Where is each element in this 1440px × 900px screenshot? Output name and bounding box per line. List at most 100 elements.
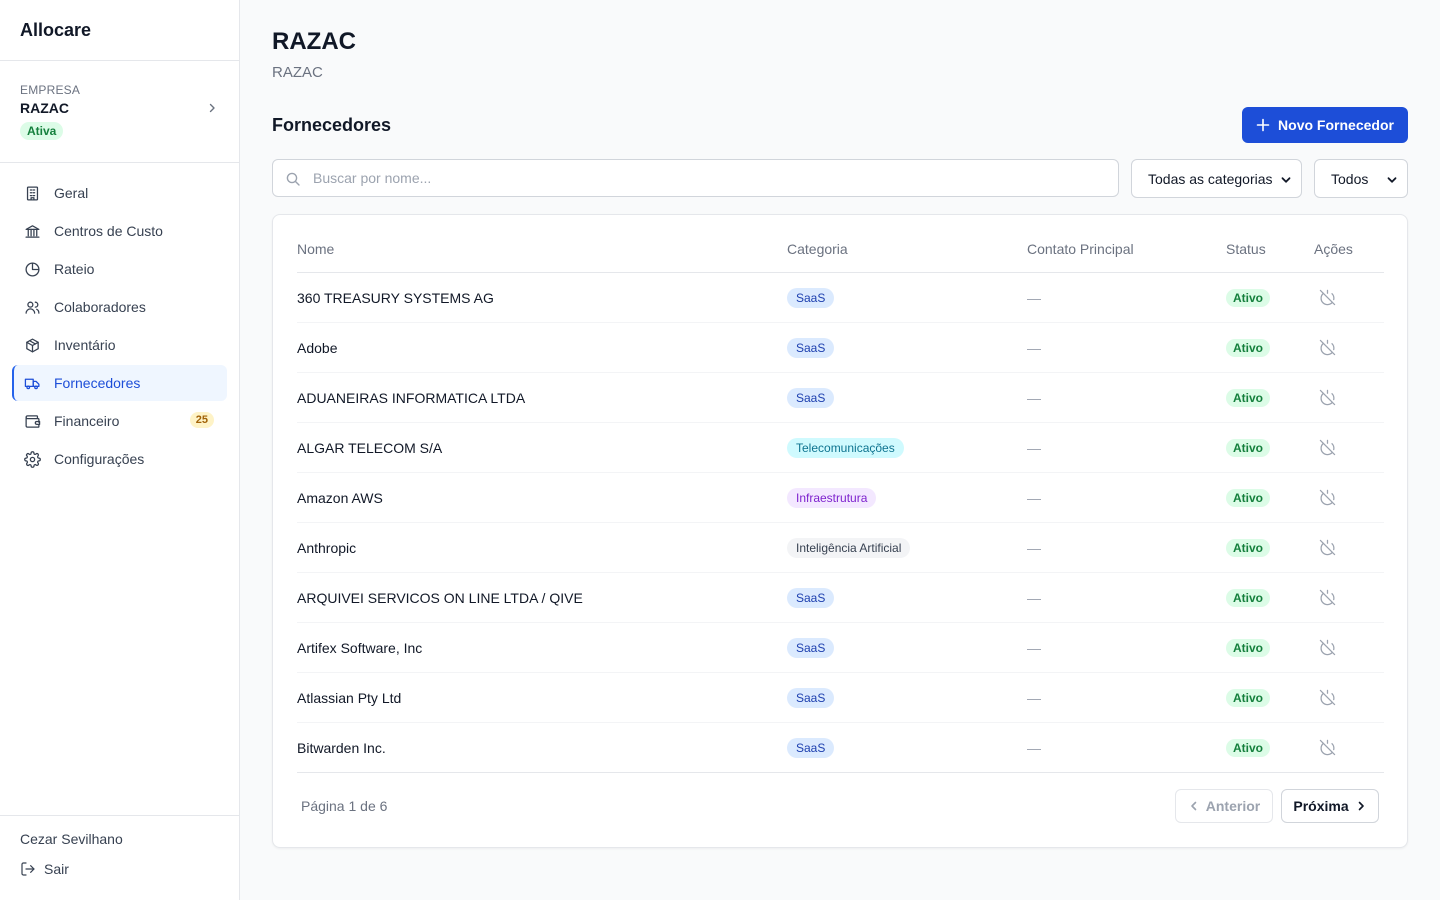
- deactivate-button[interactable]: [1318, 689, 1336, 707]
- sidebar-item-label: Rateio: [54, 261, 95, 277]
- table-row[interactable]: 360 TREASURY SYSTEMS AG SaaS — Ativo: [297, 273, 1384, 323]
- chevron-down-icon: [1281, 177, 1291, 183]
- column-header-categoria: Categoria: [787, 241, 848, 257]
- power-off-icon: [1319, 289, 1335, 306]
- actions-cell: [1318, 373, 1336, 422]
- deactivate-button[interactable]: [1318, 589, 1336, 607]
- deactivate-button[interactable]: [1318, 389, 1336, 407]
- deactivate-button[interactable]: [1318, 439, 1336, 457]
- pie-chart-icon: [25, 261, 40, 277]
- category-cell: SaaS: [787, 573, 835, 622]
- sidebar-item-centros-de-custo[interactable]: Centros de Custo: [12, 213, 227, 249]
- page-subtitle: RAZAC: [272, 64, 323, 81]
- status-cell: Ativo: [1226, 473, 1270, 522]
- sidebar-item-configuracoes[interactable]: Configurações: [12, 441, 227, 477]
- contact-cell: —: [1027, 289, 1041, 306]
- actions-cell: [1318, 423, 1336, 472]
- new-supplier-button[interactable]: Novo Fornecedor: [1242, 107, 1408, 143]
- supplier-name: Artifex Software, Inc: [297, 639, 423, 656]
- section-title: Fornecedores: [272, 115, 392, 135]
- table-row[interactable]: ALGAR TELECOM S/A Telecomunicações — Ativo: [297, 423, 1384, 473]
- power-off-icon: [1319, 689, 1335, 706]
- search-box: [272, 159, 1119, 197]
- previous-page-button[interactable]: Anterior: [1175, 789, 1273, 823]
- column-header-acoes: Ações: [1314, 241, 1353, 257]
- deactivate-button[interactable]: [1318, 539, 1336, 557]
- bank-icon: [25, 224, 40, 238]
- deactivate-button[interactable]: [1318, 489, 1336, 507]
- category-cell: SaaS: [787, 323, 835, 372]
- category-badge: Infraestrutura: [787, 487, 877, 508]
- column-header-contato: Contato Principal: [1027, 241, 1134, 257]
- sidebar-item-label: Configurações: [54, 451, 145, 467]
- sidebar-footer: Cezar Sevilhano Sair: [0, 815, 239, 900]
- plus-icon: [1256, 118, 1270, 132]
- next-page-button[interactable]: Próxima: [1281, 789, 1379, 823]
- deactivate-button[interactable]: [1318, 339, 1336, 357]
- previous-page-label: Anterior: [1205, 798, 1261, 814]
- chevron-down-icon: [1387, 177, 1397, 183]
- table-body: 360 TREASURY SYSTEMS AG SaaS — Ativo Adobe Sa…: [297, 273, 1384, 773]
- status-select[interactable]: Todos: [1314, 159, 1408, 198]
- category-badge: SaaS: [787, 587, 835, 608]
- status-badge: Ativo: [1226, 438, 1270, 457]
- status-badge: Ativo: [1226, 388, 1270, 407]
- actions-cell: [1318, 673, 1336, 722]
- logout-button[interactable]: Sair: [20, 861, 69, 877]
- search-input[interactable]: [313, 160, 1103, 196]
- table-header: Nome Categoria Contato Principal Status …: [297, 215, 1384, 273]
- supplier-name: Anthropic: [297, 539, 357, 556]
- sidebar-item-label: Colaboradores: [54, 299, 146, 315]
- contact-cell: —: [1027, 389, 1041, 406]
- power-off-icon: [1319, 339, 1335, 356]
- category-badge: SaaS: [787, 337, 835, 358]
- sidebar-item-inventario[interactable]: Inventário: [12, 327, 227, 363]
- contact-cell: —: [1027, 489, 1041, 506]
- category-badge: SaaS: [787, 387, 835, 408]
- power-off-icon: [1319, 539, 1335, 556]
- actions-cell: [1318, 273, 1336, 322]
- contact-cell: —: [1027, 339, 1041, 356]
- sidebar: Allocare EMPRESA RAZAC Ativa Geral Centr…: [0, 0, 240, 900]
- category-cell: SaaS: [787, 273, 835, 322]
- sidebar-item-colaboradores[interactable]: Colaboradores: [12, 289, 227, 325]
- deactivate-button[interactable]: [1318, 639, 1336, 657]
- sidebar-item-fornecedores[interactable]: Fornecedores: [12, 365, 227, 401]
- contact-cell: —: [1027, 589, 1041, 606]
- table-row[interactable]: ARQUIVEI SERVICOS ON LINE LTDA / QIVE Saa…: [297, 573, 1384, 623]
- deactivate-button[interactable]: [1318, 739, 1336, 757]
- chevron-right-icon: [209, 103, 215, 113]
- table-row[interactable]: Anthropic Inteligência Artificial — Ativo: [297, 523, 1384, 573]
- actions-cell: [1318, 523, 1336, 572]
- sidebar-nav: Geral Centros de Custo Rateio Colaborado…: [0, 163, 239, 477]
- main-content: RAZAC RAZAC Fornecedores Novo Fornecedor…: [272, 0, 1408, 848]
- power-off-icon: [1319, 739, 1335, 756]
- table-row[interactable]: Adobe SaaS — Ativo: [297, 323, 1384, 373]
- sidebar-item-rateio[interactable]: Rateio: [12, 251, 227, 287]
- company-status-badge: Ativa: [20, 122, 64, 140]
- contact-cell: —: [1027, 639, 1041, 656]
- category-badge: Inteligência Artificial: [787, 537, 911, 558]
- next-page-label: Próxima: [1293, 798, 1349, 814]
- status-badge: Ativo: [1226, 688, 1270, 707]
- category-cell: SaaS: [787, 623, 835, 672]
- table-row[interactable]: Artifex Software, Inc SaaS — Ativo: [297, 623, 1384, 673]
- sidebar-item-geral[interactable]: Geral: [12, 175, 227, 211]
- company-selector[interactable]: EMPRESA RAZAC Ativa: [0, 61, 239, 163]
- actions-cell: [1318, 323, 1336, 372]
- table-row[interactable]: Amazon AWS Infraestrutura — Ativo: [297, 473, 1384, 523]
- table-row[interactable]: ADUANEIRAS INFORMATICA LTDA SaaS — Ativo: [297, 373, 1384, 423]
- table-row[interactable]: Bitwarden Inc. SaaS — Ativo: [297, 723, 1384, 773]
- category-select[interactable]: Todas as categorias: [1131, 159, 1302, 198]
- category-cell: Infraestrutura: [787, 473, 877, 522]
- sidebar-item-label: Inventário: [54, 337, 116, 353]
- search-icon: [286, 172, 300, 186]
- deactivate-button[interactable]: [1318, 289, 1336, 307]
- gear-icon: [24, 450, 41, 468]
- filters-bar: Todas as categorias Todos: [272, 159, 1408, 198]
- power-off-icon: [1319, 439, 1335, 456]
- actions-cell: [1318, 473, 1336, 522]
- table-row[interactable]: Atlassian Pty Ltd SaaS — Ativo: [297, 673, 1384, 723]
- status-badge: Ativo: [1226, 738, 1270, 757]
- sidebar-item-financeiro[interactable]: Financeiro 25: [12, 403, 227, 439]
